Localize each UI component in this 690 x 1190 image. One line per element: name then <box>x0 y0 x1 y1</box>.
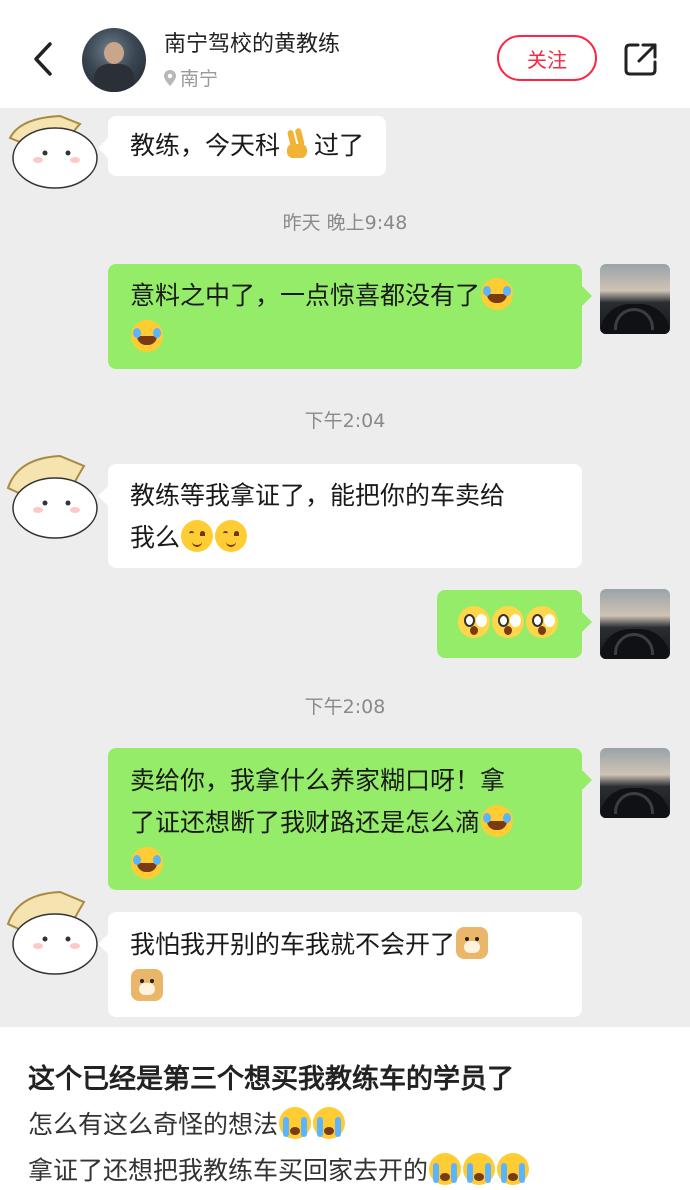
chat-timestamp: 下午2:04 <box>304 410 386 432</box>
shocked-face-icon <box>458 606 490 638</box>
coach-avatar[interactable] <box>600 748 670 818</box>
share-icon[interactable] <box>622 40 660 78</box>
crying-face-icon <box>313 1107 346 1139</box>
follow-button[interactable]: 关注 <box>497 35 597 81</box>
message-bubble-outgoing: 意料之中了，一点惊喜都没有了 <box>108 264 592 369</box>
tears-of-joy-icon <box>481 278 514 310</box>
post-line: 拿证了还想把我教练车买回家去开的 <box>28 1151 530 1187</box>
message-text: 过了 <box>314 131 365 160</box>
coach-avatar[interactable] <box>600 589 670 659</box>
doge-icon <box>456 927 489 959</box>
back-arrow-icon[interactable] <box>26 36 62 82</box>
victory-hand-icon <box>281 128 313 160</box>
message-bubble-incoming: 教练，今天科 过了 <box>97 116 387 176</box>
message-text: 教练，今天科 <box>130 131 281 160</box>
post-header: 南宁驾校的黄教练 南宁 关注 <box>0 0 690 108</box>
doge-icon <box>131 969 163 1001</box>
crying-face-icon <box>497 1153 530 1185</box>
message-bubble-outgoing <box>437 590 592 658</box>
post-line-text: 拿证了还想把我教练车买回家去开的 <box>28 1156 429 1185</box>
cat-avatar-icon <box>8 114 98 189</box>
message-bubble-outgoing: 卖给你，我拿什么养家糊口呀！拿 了证还想断了我财路还是怎么滴 <box>108 748 592 890</box>
tears-of-joy-icon <box>131 847 163 879</box>
message-text: 了证还想断了我财路还是怎么滴 <box>130 808 481 837</box>
cat-avatar-icon <box>6 890 98 975</box>
post-line-text: 怎么有这么奇怪的想法 <box>28 1110 279 1139</box>
crying-face-icon <box>463 1153 496 1185</box>
tears-of-joy-icon <box>131 320 163 352</box>
crying-face-icon <box>429 1153 462 1185</box>
author-avatar[interactable] <box>82 28 146 92</box>
post-body: 这个已经是第三个想买我教练车的学员了 怎么有这么奇怪的想法 拿证了还想把我教练车… <box>0 1027 690 1190</box>
cat-avatar-icon <box>6 454 98 539</box>
message-text: 卖给你，我拿什么养家糊口呀！拿 <box>130 766 506 795</box>
shocked-face-icon <box>492 606 524 638</box>
message-bubble-incoming: 我怕我开别的车我就不会开了 <box>98 912 582 1017</box>
author-name[interactable]: 南宁驾校的黄教练 <box>164 26 340 58</box>
message-bubble-incoming: 教练等我拿证了，能把你的车卖给 我么 <box>98 464 582 568</box>
tears-of-joy-icon <box>481 805 514 837</box>
avatar-body <box>94 64 134 92</box>
location-label: 南宁 <box>180 68 219 90</box>
chat-screenshot: 教练，今天科 过了 昨天 晚上9:48 意料之中了，一点惊喜都没有了 下午2:04… <box>0 108 690 1027</box>
message-text: 我么 <box>130 523 181 552</box>
shocked-face-icon <box>526 606 558 638</box>
post-title: 这个已经是第三个想买我教练车的学员了 <box>28 1064 514 1095</box>
crying-face-icon <box>279 1107 312 1139</box>
post-line: 怎么有这么奇怪的想法 <box>28 1105 346 1141</box>
smiling-face-icon <box>181 520 214 552</box>
avatar-face <box>104 42 124 64</box>
message-text: 意料之中了，一点惊喜都没有了 <box>130 281 481 310</box>
coach-avatar[interactable] <box>600 264 670 334</box>
location-pin-icon <box>164 69 176 86</box>
message-text: 我怕我开别的车我就不会开了 <box>130 930 456 959</box>
smiling-face-icon <box>215 520 248 552</box>
message-text: 教练等我拿证了，能把你的车卖给 <box>130 481 506 510</box>
chat-timestamp: 昨天 晚上9:48 <box>282 212 408 234</box>
chat-timestamp: 下午2:08 <box>304 696 386 718</box>
author-location: 南宁 <box>164 64 218 91</box>
